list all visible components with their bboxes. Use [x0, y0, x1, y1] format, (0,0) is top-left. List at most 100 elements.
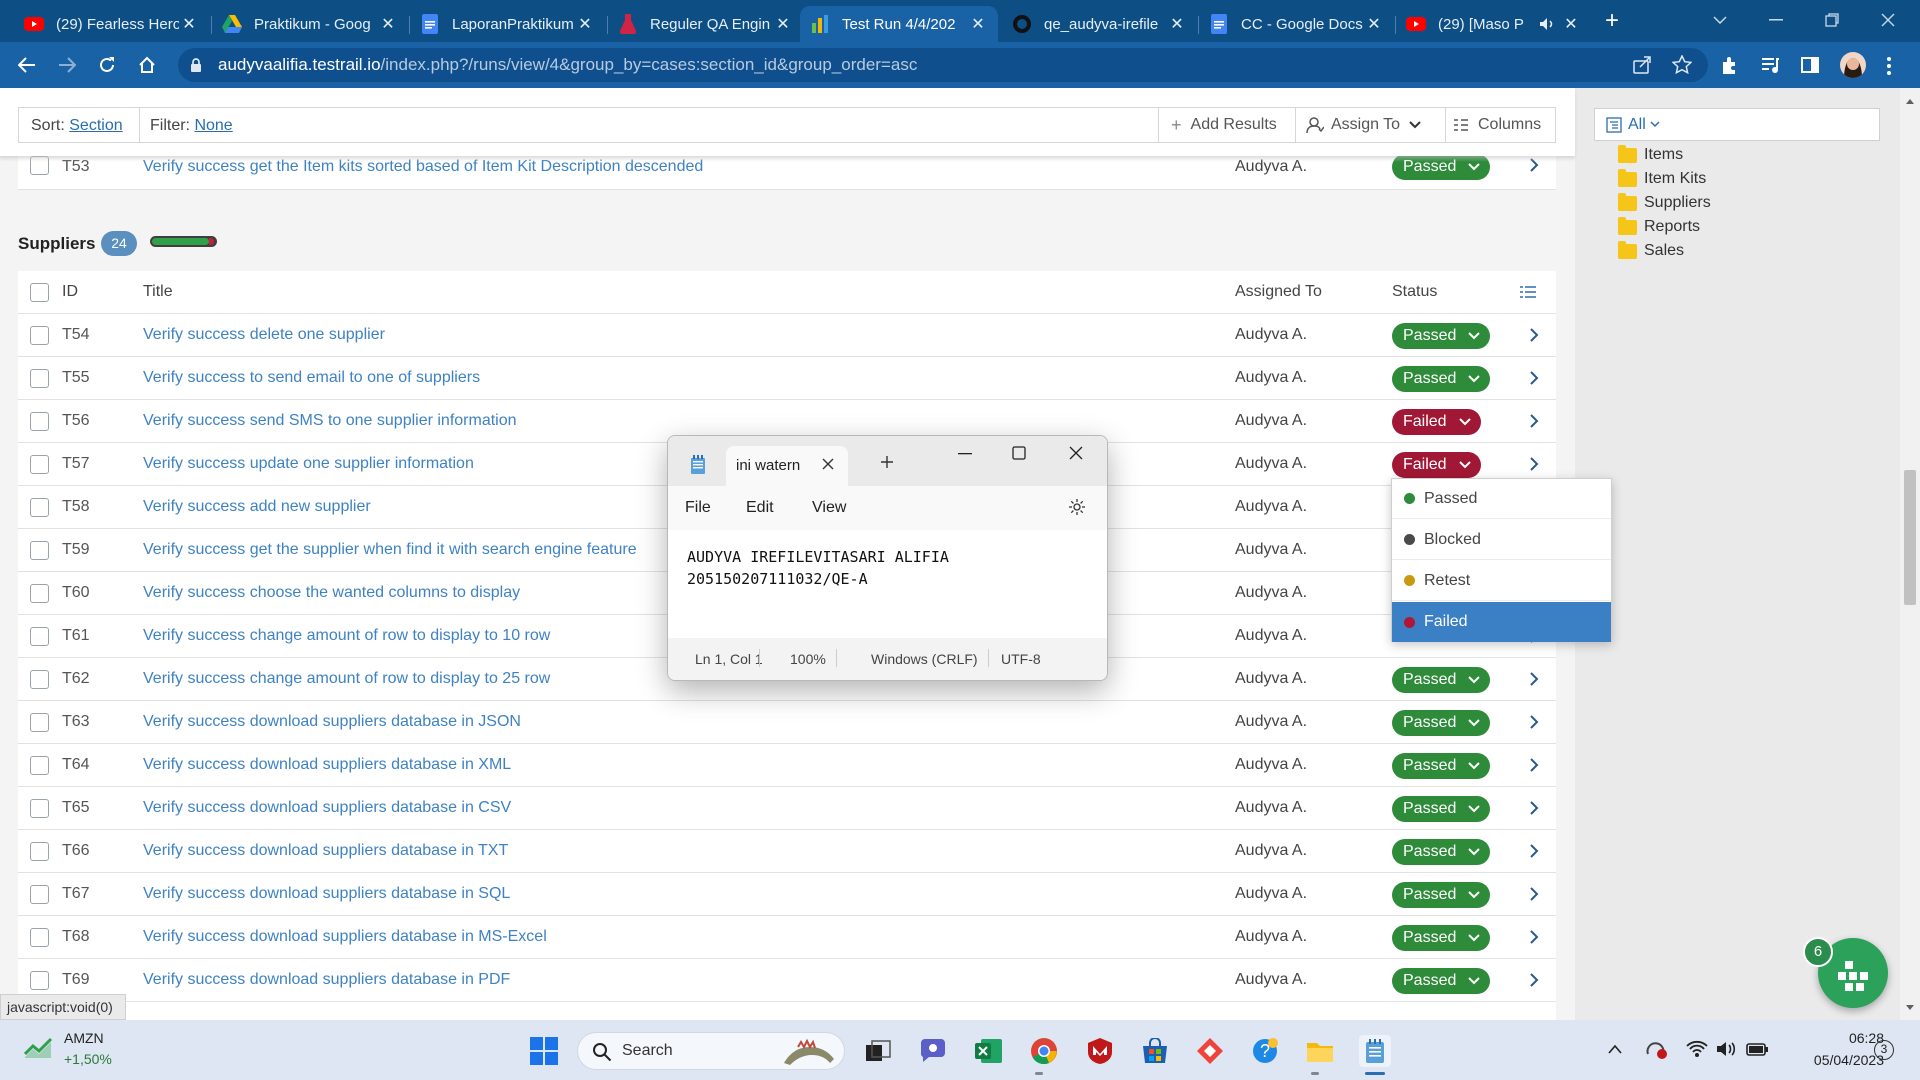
row-checkbox[interactable]	[30, 670, 49, 689]
status-button[interactable]: Passed	[1392, 753, 1490, 779]
table-row[interactable]: T54 Verify success delete one supplier Aud…	[18, 314, 1556, 357]
scroll-down-arrow[interactable]	[1900, 1000, 1920, 1016]
url-text[interactable]: audyvaalifia.testrail.io/index.php?/runs…	[218, 55, 917, 75]
browser-tab[interactable]: (29) [Maso P ✕	[1396, 6, 1591, 42]
column-settings-icon[interactable]	[1520, 286, 1536, 299]
row-title-link[interactable]: Verify success choose the wanted columns…	[143, 584, 520, 602]
table-row[interactable]: T63 Verify success download suppliers dat…	[18, 701, 1556, 744]
task-view-icon[interactable]	[862, 1035, 894, 1067]
browser-tab[interactable]: (29) Fearless Hero ✕	[14, 6, 209, 42]
browser-tab[interactable]: Reguler QA Engin ✕	[608, 6, 803, 42]
status-option-failed[interactable]: Failed	[1392, 602, 1611, 642]
chevron-right-icon[interactable]	[1529, 801, 1539, 815]
microsoft-store-icon[interactable]	[1139, 1035, 1171, 1067]
chevron-right-icon[interactable]	[1529, 457, 1539, 471]
status-button[interactable]: Failed	[1392, 452, 1481, 478]
forward-icon[interactable]	[52, 50, 82, 80]
chevron-right-icon[interactable]	[1529, 715, 1539, 729]
speaker-icon[interactable]	[1539, 17, 1555, 31]
browser-tab[interactable]: Praktikum - Goog ✕	[212, 6, 408, 42]
status-button[interactable]: Passed	[1392, 968, 1490, 994]
row-title-link[interactable]: Verify success send SMS to one supplier …	[143, 412, 517, 430]
scrollbar-thumb[interactable]	[1904, 470, 1916, 605]
tree-filter-value[interactable]: All	[1628, 116, 1660, 134]
side-panel-icon[interactable]	[1800, 55, 1820, 75]
teams-chat-icon[interactable]	[917, 1035, 949, 1067]
notepad-tab[interactable]: ini watern	[726, 446, 848, 486]
assign-to-button[interactable]: Assign To	[1306, 108, 1421, 142]
table-row[interactable]: T66 Verify success download suppliers dat…	[18, 830, 1556, 873]
row-checkbox[interactable]	[30, 498, 49, 517]
close-window-icon[interactable]	[1868, 8, 1908, 32]
status-button[interactable]: Passed	[1392, 839, 1490, 865]
menu-view[interactable]: View	[812, 499, 846, 517]
status-button[interactable]: Failed	[1392, 409, 1481, 435]
reload-icon[interactable]	[92, 50, 122, 80]
row-title-link[interactable]: Verify success download suppliers databa…	[143, 713, 521, 731]
status-option-passed[interactable]: Passed	[1392, 479, 1611, 519]
menu-edit[interactable]: Edit	[746, 499, 774, 517]
table-row[interactable]: T68 Verify success download suppliers dat…	[18, 916, 1556, 959]
clock-date[interactable]: 05/04/2023	[1788, 1052, 1884, 1068]
row-checkbox[interactable]	[30, 842, 49, 861]
bookmark-star-icon[interactable]	[1672, 55, 1692, 75]
close-tab-icon[interactable]: ✕	[773, 14, 793, 34]
row-checkbox[interactable]	[30, 455, 49, 474]
tree-item-reports[interactable]: Reports	[1618, 216, 1700, 238]
minimize-icon[interactable]	[958, 453, 972, 455]
chevron-right-icon[interactable]	[1529, 973, 1539, 987]
chrome-icon[interactable]	[1028, 1035, 1060, 1067]
extensions-icon[interactable]	[1720, 55, 1740, 75]
chevron-right-icon[interactable]	[1529, 930, 1539, 944]
close-tab-icon[interactable]: ✕	[968, 14, 988, 34]
close-tab-icon[interactable]: ✕	[1364, 14, 1384, 34]
tree-item-item-kits[interactable]: Item Kits	[1618, 168, 1706, 190]
notepad-text-area[interactable]: AUDYVA IREFILEVITASARI ALIFIA 2051502071…	[668, 530, 1107, 638]
row-checkbox[interactable]	[30, 627, 49, 646]
avatar[interactable]	[1840, 52, 1866, 78]
menu-file[interactable]: File	[685, 499, 711, 517]
row-title-link[interactable]: Verify success download suppliers databa…	[143, 971, 510, 989]
row-title-link[interactable]: Verify success get the supplier when fin…	[143, 541, 637, 559]
wifi-icon[interactable]	[1686, 1040, 1708, 1058]
restore-icon[interactable]	[1812, 8, 1852, 32]
close-window-icon[interactable]	[1069, 446, 1083, 460]
row-title-link[interactable]: Verify success download suppliers databa…	[143, 756, 511, 774]
maximize-icon[interactable]	[1012, 446, 1026, 460]
browser-menu-icon[interactable]	[1886, 56, 1892, 76]
row-title-link[interactable]: Verify success delete one supplier	[143, 326, 385, 344]
row-checkbox[interactable]	[30, 756, 49, 775]
row-checkbox[interactable]	[30, 326, 49, 345]
row-title-link[interactable]: Verify success download suppliers databa…	[143, 842, 508, 860]
row-title-link[interactable]: Verify success add new supplier	[143, 498, 371, 516]
row-title-link[interactable]: Verify success download suppliers databa…	[143, 885, 510, 903]
status-button[interactable]: Passed	[1392, 323, 1490, 349]
row-checkbox[interactable]	[30, 584, 49, 603]
minimize-icon[interactable]	[1756, 8, 1796, 32]
close-tab-icon[interactable]: ✕	[378, 14, 398, 34]
status-button[interactable]: Passed	[1392, 667, 1490, 693]
select-all-checkbox[interactable]	[30, 283, 49, 302]
add-results-button[interactable]: + Add Results	[1171, 108, 1277, 142]
close-tab-icon[interactable]: ✕	[575, 14, 595, 34]
anydesk-icon[interactable]	[1194, 1035, 1226, 1067]
table-row[interactable]: T65 Verify success download suppliers dat…	[18, 787, 1556, 830]
settings-gear-icon[interactable]	[1068, 498, 1086, 516]
row-title-link[interactable]: Verify success download suppliers databa…	[143, 928, 547, 946]
row-title-link[interactable]: Verify success to send email to one of s…	[143, 369, 480, 387]
chevron-right-icon[interactable]	[1529, 887, 1539, 901]
row-checkbox[interactable]	[30, 885, 49, 904]
close-tab-icon[interactable]: ✕	[179, 14, 199, 34]
windows-start-icon[interactable]	[528, 1035, 560, 1067]
close-tab-icon[interactable]: ✕	[1561, 14, 1581, 34]
row-checkbox[interactable]	[30, 541, 49, 560]
chevron-right-icon[interactable]	[1529, 414, 1539, 428]
row-title-link[interactable]: Verify success change amount of row to d…	[143, 670, 550, 688]
battery-icon[interactable]	[1746, 1040, 1770, 1058]
columns-button[interactable]: Columns	[1453, 108, 1541, 142]
chevron-right-icon[interactable]	[1529, 758, 1539, 772]
filter-link[interactable]: None	[194, 117, 232, 134]
browser-tab[interactable]: qe_audyva-irefile ✕	[1002, 6, 1197, 42]
mcafee-tray-icon[interactable]	[1646, 1040, 1668, 1060]
share-icon[interactable]	[1632, 55, 1652, 75]
